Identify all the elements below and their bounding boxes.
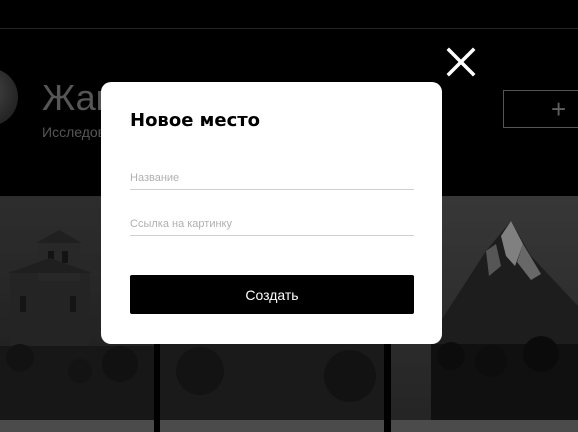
place-name-input[interactable] [130, 166, 414, 190]
close-button[interactable] [446, 47, 476, 77]
plus-icon: + [551, 94, 567, 124]
new-place-popup: Новое место Создать [101, 82, 442, 344]
place-card-footer [160, 420, 384, 432]
popup-title: Новое место [130, 110, 261, 131]
page: Жак-Ив Кусто Исследователь океана + [0, 0, 578, 432]
place-card-footer [0, 420, 154, 432]
header-divider [0, 28, 578, 29]
close-icon [446, 47, 476, 77]
place-link-input[interactable] [130, 212, 414, 236]
avatar[interactable] [0, 68, 18, 126]
place-card-footer [391, 420, 578, 432]
add-place-button[interactable]: + [503, 90, 578, 128]
create-button[interactable]: Создать [130, 275, 414, 314]
